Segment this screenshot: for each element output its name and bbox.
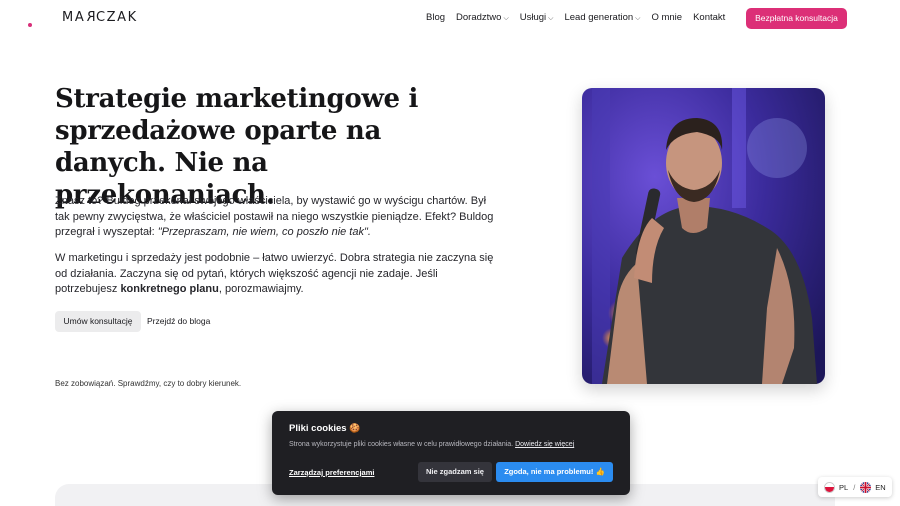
- speaker-photo: [582, 88, 825, 384]
- speaker-photo-illustration: [582, 88, 825, 384]
- main-nav: Blog Doradztwo ⌵ Usługi ⌵ Lead generation ⌵…: [426, 12, 736, 23]
- nav-item-label: Doradztwo: [456, 12, 502, 23]
- go-to-blog-link[interactable]: Przejdź do bloga: [147, 316, 210, 326]
- cookie-learn-more-link[interactable]: Dowiedz się więcej: [515, 441, 574, 448]
- nav-item-label: Usługi: [519, 12, 547, 23]
- hero-quote: "Przepraszam, nie wiem, co poszło nie ta…: [157, 226, 371, 238]
- nav-item-doradztwo[interactable]: Doradztwo ⌵: [456, 12, 509, 23]
- logo-part-2: CZAK: [95, 10, 138, 25]
- uk-flag-graphic: [860, 481, 872, 493]
- nav-item-blog[interactable]: Blog: [426, 12, 445, 23]
- site-header: MARCZAK Blog Doradztwo ⌵ Usługi ⌵ Lead gen…: [0, 0, 900, 37]
- language-option-en[interactable]: EN: [875, 483, 885, 492]
- chevron-down-icon: ⌵: [548, 15, 554, 22]
- nav-item-label: Lead generation: [564, 12, 634, 23]
- chevron-down-icon: ⌵: [635, 15, 641, 22]
- nav-item-uslugi[interactable]: Usługi ⌵: [520, 12, 554, 23]
- cookie-icon: 🍪: [349, 423, 361, 433]
- language-separator: /: [853, 482, 856, 492]
- hero-title-line: sprzedażowe oparte na: [55, 116, 382, 146]
- cookie-banner: Pliki cookies 🍪 Strona wykorzystuje plik…: [272, 411, 630, 495]
- book-consultation-button[interactable]: Umów konsultację: [55, 311, 141, 332]
- hero-paragraph-2: W marketingu i sprzedaży jest podobnie –…: [55, 251, 495, 298]
- cookie-description-text: Strona wykorzystuje pliki cookies własne…: [289, 441, 514, 448]
- hero-paragraph-2-end: , porozmawiajmy.: [218, 283, 304, 295]
- hero-paragraph-2-bold: konkretnego planu: [120, 283, 219, 295]
- logo-part-1: MA: [62, 10, 86, 25]
- reject-cookies-button[interactable]: Nie zgadzam się: [418, 462, 492, 482]
- cookie-title-text: Pliki cookies: [289, 423, 347, 434]
- hero-paragraph-1: Znasz to? Buldog przekonał swojego właśc…: [55, 194, 495, 241]
- nav-item-lead-generation[interactable]: Lead generation ⌵: [564, 12, 640, 23]
- nav-item-label: Blog: [426, 12, 446, 23]
- language-switcher: PL / EN: [818, 477, 892, 497]
- accept-cookies-button[interactable]: Zgoda, nie ma problemu! 👍: [496, 462, 613, 482]
- logo-dot: [28, 23, 32, 27]
- nav-item-label: O mnie: [651, 12, 683, 23]
- language-option-pl[interactable]: PL: [839, 483, 848, 492]
- cookie-title: Pliki cookies 🍪: [289, 423, 360, 434]
- uk-flag-icon: [860, 481, 872, 493]
- nav-item-kontakt[interactable]: Kontakt: [693, 12, 725, 23]
- no-obligation-note: Bez zobowiązań. Sprawdźmy, czy to dobry …: [55, 379, 242, 388]
- logo-mirrored-r: R: [85, 10, 96, 25]
- nav-item-o-mnie[interactable]: O mnie: [651, 12, 682, 23]
- free-consultation-button[interactable]: Bezpłatna konsultacja: [746, 8, 847, 29]
- manage-preferences-link[interactable]: Zarządzaj preferencjami: [289, 468, 374, 477]
- cookie-description: Strona wykorzystuje pliki cookies własne…: [289, 441, 574, 448]
- poland-flag-icon: [824, 481, 835, 493]
- logo[interactable]: MARCZAK: [62, 10, 138, 25]
- nav-item-label: Kontakt: [693, 12, 726, 23]
- hero-title: Strategie marketingowe i sprzedażowe opa…: [55, 83, 495, 211]
- chevron-down-icon: ⌵: [503, 15, 509, 22]
- hero-title-line: Strategie marketingowe i: [55, 84, 419, 114]
